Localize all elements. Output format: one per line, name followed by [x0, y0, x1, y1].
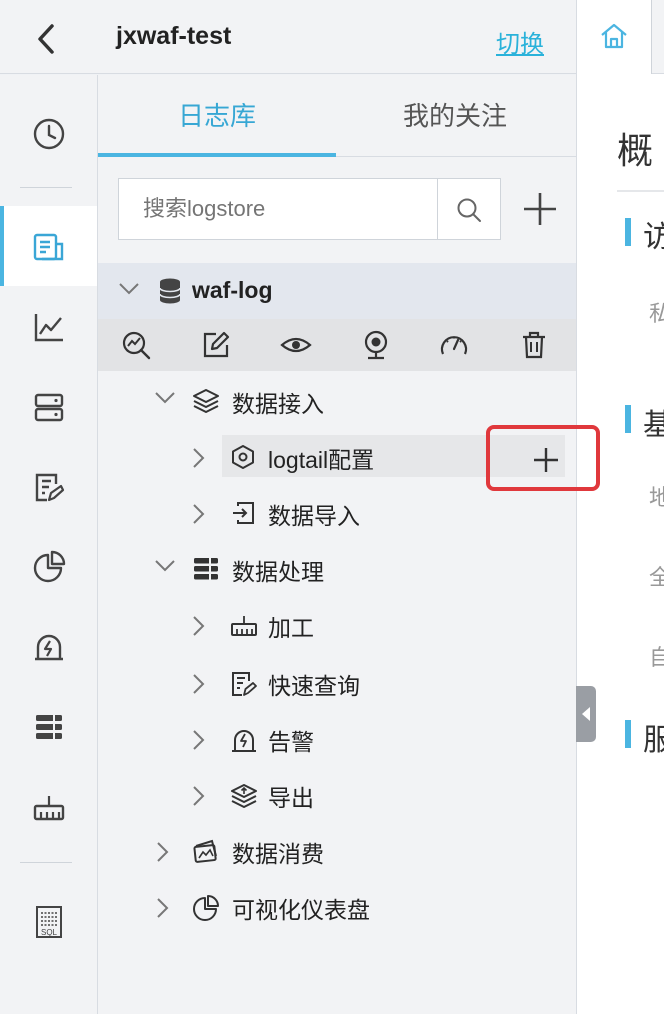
rail-alert-icon[interactable]: [0, 606, 97, 686]
tree-label: 可视化仪表盘: [232, 897, 370, 923]
chevron-right-icon[interactable]: [192, 503, 206, 530]
field-label: 自: [649, 640, 664, 672]
logstore-toolbar: [98, 319, 576, 371]
tree-label: 数据处理: [232, 559, 324, 585]
section-heading: 服: [643, 715, 664, 759]
chevron-down-icon[interactable]: [154, 391, 176, 410]
plus-icon: [534, 448, 558, 472]
tree-label: 数据消费: [232, 841, 324, 867]
logtail-hexagon-icon: [230, 444, 256, 475]
rail-query-icon[interactable]: [0, 446, 97, 526]
tab-logstores[interactable]: 日志库: [98, 75, 336, 157]
rail-process-icon[interactable]: [0, 686, 97, 766]
tree-node-data-consume[interactable]: 数据消费: [98, 827, 576, 873]
logstore-panel: 日志库 我的关注 waf-log: [98, 75, 576, 1014]
transform-icon: [230, 612, 258, 643]
monitor-icon[interactable]: [360, 329, 392, 361]
back-arrow-icon[interactable]: [34, 22, 60, 56]
eye-icon[interactable]: [280, 329, 312, 361]
tree-label: 数据接入: [232, 391, 324, 417]
rail-storage-icon[interactable]: [0, 366, 97, 446]
project-row[interactable]: waf-log: [98, 263, 576, 319]
chevron-right-icon[interactable]: [192, 729, 206, 756]
export-layers-icon: [230, 782, 258, 815]
tab-my-favorites[interactable]: 我的关注: [336, 75, 574, 157]
field-label: 全: [649, 560, 664, 592]
rail-logstore-icon[interactable]: [0, 206, 97, 286]
rail-sql-icon[interactable]: SQL: [0, 881, 97, 961]
chevron-right-icon[interactable]: [156, 841, 170, 868]
tree-label: 告警: [268, 729, 314, 755]
overview-pane: 概 访 私 基 地 全 自 服: [576, 0, 664, 1014]
rail-divider: [20, 862, 72, 863]
add-logtail-config-button[interactable]: [528, 442, 564, 478]
chevron-down-icon[interactable]: [118, 282, 140, 301]
switch-project-link[interactable]: 切换: [496, 24, 544, 59]
section-marker: [625, 720, 631, 748]
active-tab-indicator: [98, 153, 336, 157]
field-label: 私: [649, 296, 664, 328]
tree-node-data-import[interactable]: 数据导入: [98, 489, 576, 535]
rail-chart-icon[interactable]: [0, 286, 97, 366]
trash-icon[interactable]: [518, 329, 550, 361]
tree-node-quick-query[interactable]: 快速查询: [98, 659, 576, 705]
tree-label: 导出: [268, 785, 314, 811]
rail-recent-icon[interactable]: [0, 93, 97, 173]
tree-label: logtail配置: [268, 447, 375, 473]
logstore-search-input[interactable]: [118, 178, 438, 240]
section-marker: [625, 218, 631, 246]
rail-divider: [20, 187, 72, 188]
process-icon: [192, 556, 220, 587]
plus-icon: [524, 193, 556, 225]
section-heading: 访: [643, 212, 664, 256]
svg-text:SQL: SQL: [41, 928, 58, 937]
chevron-down-icon[interactable]: [154, 559, 176, 578]
field-label: 地: [649, 480, 664, 512]
chevron-right-icon[interactable]: [192, 785, 206, 812]
tree-node-data-process[interactable]: 数据处理: [98, 545, 576, 591]
search-button[interactable]: [438, 178, 501, 240]
section-marker: [625, 405, 631, 433]
section-heading: 基: [643, 400, 664, 444]
chevron-right-icon[interactable]: [192, 615, 206, 642]
search-icon: [457, 198, 481, 222]
rail-transform-icon[interactable]: [0, 766, 97, 846]
rail-pie-chart-icon[interactable]: [0, 526, 97, 606]
project-title: jxwaf-test: [116, 22, 232, 50]
tree-node-logtail-config[interactable]: logtail配置: [98, 433, 518, 479]
alert-icon: [230, 726, 258, 759]
quick-query-icon: [230, 670, 258, 703]
tree-label: 数据导入: [268, 503, 360, 529]
chevron-right-icon[interactable]: [192, 673, 206, 700]
collapse-panel-handle[interactable]: [575, 686, 596, 742]
database-icon: [158, 277, 182, 310]
dashboard-gauge-icon[interactable]: [438, 329, 470, 361]
tree-label: 加工: [268, 615, 314, 641]
consume-icon: [192, 838, 220, 869]
add-logstore-button[interactable]: [516, 185, 564, 233]
left-nav-rail: SQL: [0, 75, 98, 1014]
tree-node-dashboard[interactable]: 可视化仪表盘: [98, 883, 576, 929]
pie-chart-icon: [192, 894, 220, 927]
chevron-right-icon[interactable]: [192, 447, 206, 474]
analyze-icon[interactable]: [120, 329, 152, 361]
logstore-name: waf-log: [192, 277, 273, 303]
top-bar: jxwaf-test 切换: [0, 0, 576, 74]
tree-node-alert[interactable]: 告警: [98, 715, 576, 761]
home-tab[interactable]: [577, 0, 652, 74]
chevron-right-icon[interactable]: [156, 897, 170, 924]
edit-icon[interactable]: [200, 329, 232, 361]
title-divider: [617, 190, 664, 192]
layers-icon: [192, 388, 220, 419]
tree-node-transform[interactable]: 加工: [98, 601, 576, 647]
tree-node-export[interactable]: 导出: [98, 771, 576, 817]
overview-title: 概: [617, 130, 654, 171]
import-icon: [230, 500, 256, 531]
tree-label: 快速查询: [268, 673, 360, 699]
tree-node-data-ingest[interactable]: 数据接入: [98, 377, 576, 423]
tab-strip: [652, 0, 664, 74]
home-icon: [599, 22, 629, 55]
